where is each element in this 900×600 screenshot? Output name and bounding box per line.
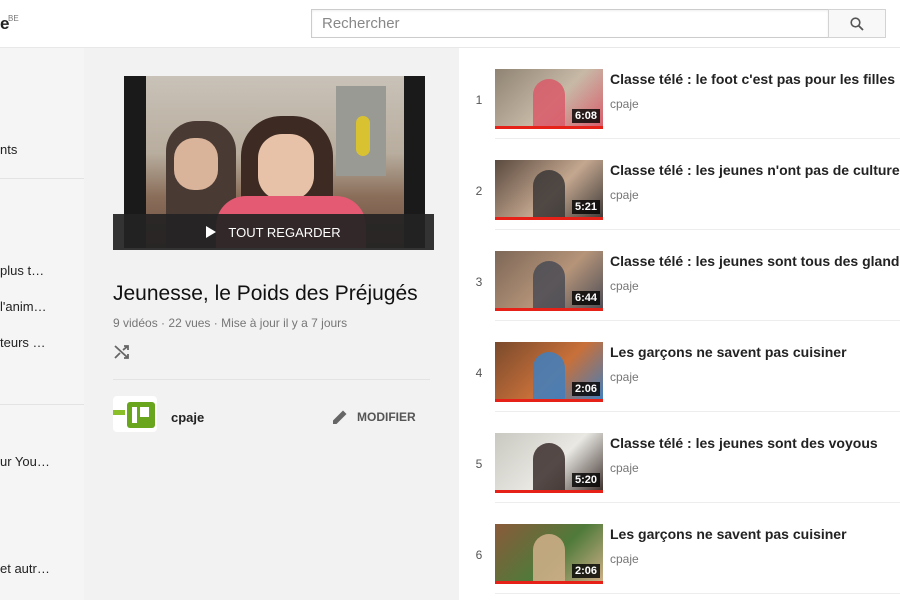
video-channel[interactable]: cpaje bbox=[610, 279, 639, 293]
video-duration: 5:20 bbox=[571, 473, 600, 487]
search-input[interactable] bbox=[311, 9, 829, 38]
pencil-icon bbox=[333, 410, 347, 424]
guide-sidebar: nts plus t… l'anim… teurs … ur You… et a… bbox=[0, 48, 84, 600]
video-index: 5 bbox=[475, 457, 483, 471]
sidebar-item[interactable]: plus t… bbox=[0, 263, 44, 278]
video-title[interactable]: Les garçons ne savent pas cuisiner bbox=[610, 344, 900, 360]
video-channel[interactable]: cpaje bbox=[610, 188, 639, 202]
play-all-button[interactable]: TOUT REGARDER bbox=[113, 214, 434, 250]
playlist-header: TOUT REGARDER Jeunesse, le Poids des Pré… bbox=[84, 48, 459, 600]
thumbnail-figure bbox=[533, 352, 565, 402]
edit-label: MODIFIER bbox=[357, 410, 416, 424]
video-index: 3 bbox=[475, 275, 483, 289]
playlist-title: Jeunesse, le Poids des Préjugés bbox=[113, 282, 418, 305]
edit-button[interactable]: MODIFIER bbox=[331, 408, 416, 426]
video-index: 4 bbox=[475, 366, 483, 380]
thumbnail-figure bbox=[533, 443, 565, 493]
video-title[interactable]: Classe télé : les jeunes sont tous des g… bbox=[610, 253, 900, 269]
video-thumbnail[interactable]: 2:06 bbox=[495, 524, 603, 584]
separator-dot: · bbox=[213, 316, 222, 330]
playlist-video-row[interactable]: 6 2:06 Les garçons ne savent pas cuisiner c… bbox=[459, 503, 900, 594]
watched-progress-bar bbox=[495, 217, 603, 220]
region-code: BE bbox=[8, 14, 19, 23]
video-duration: 5:21 bbox=[571, 200, 600, 214]
watched-progress-bar bbox=[495, 399, 603, 402]
video-thumbnail[interactable]: 5:21 bbox=[495, 160, 603, 220]
sidebar-item[interactable]: nts bbox=[0, 142, 17, 157]
divider bbox=[113, 379, 430, 380]
channel-avatar[interactable] bbox=[113, 396, 157, 432]
channel-name[interactable]: cpaje bbox=[171, 410, 204, 425]
video-count: 9 vidéos bbox=[113, 316, 158, 330]
video-duration: 6:08 bbox=[571, 109, 600, 123]
view-count: 22 vues bbox=[168, 316, 211, 330]
video-title[interactable]: Classe télé : les jeunes sont des voyous bbox=[610, 435, 900, 451]
row-divider bbox=[495, 593, 900, 594]
cpaje-logo-icon bbox=[113, 402, 155, 428]
watched-progress-bar bbox=[495, 490, 603, 493]
video-channel[interactable]: cpaje bbox=[610, 97, 639, 111]
video-thumbnail[interactable]: 6:08 bbox=[495, 69, 603, 129]
last-updated: Mise à jour il y a 7 jours bbox=[221, 316, 348, 330]
search-icon bbox=[850, 16, 864, 31]
playlist-video-row[interactable]: 1 6:08 Classe télé : le foot c'est pas pou… bbox=[459, 48, 900, 139]
play-icon bbox=[206, 226, 217, 238]
watched-progress-bar bbox=[495, 581, 603, 584]
watched-progress-bar bbox=[495, 126, 603, 129]
sidebar-item[interactable]: l'anim… bbox=[0, 299, 47, 314]
watched-progress-bar bbox=[495, 308, 603, 311]
playlist-video-row[interactable]: 4 2:06 Les garçons ne savent pas cuisiner c… bbox=[459, 321, 900, 412]
video-thumbnail[interactable]: 5:20 bbox=[495, 433, 603, 493]
video-index: 2 bbox=[475, 184, 483, 198]
video-channel[interactable]: cpaje bbox=[610, 552, 639, 566]
playlist-video-list: 1 6:08 Classe télé : le foot c'est pas pou… bbox=[459, 48, 900, 600]
playlist-stats: 9 vidéos · 22 vues · Mise à jour il y a … bbox=[113, 316, 347, 330]
sidebar-divider bbox=[0, 178, 84, 179]
video-duration: 2:06 bbox=[571, 382, 600, 396]
playlist-video-row[interactable]: 5 5:20 Classe télé : les jeunes sont des v… bbox=[459, 412, 900, 503]
thumbnail-figure bbox=[533, 79, 565, 129]
thumbnail-figure bbox=[533, 261, 565, 311]
search-button[interactable] bbox=[828, 9, 886, 38]
top-bar: e BE bbox=[0, 0, 900, 48]
video-index: 1 bbox=[475, 93, 483, 107]
video-channel[interactable]: cpaje bbox=[610, 461, 639, 475]
video-thumbnail[interactable]: 2:06 bbox=[495, 342, 603, 402]
video-duration: 6:44 bbox=[571, 291, 600, 305]
playlist-video-row[interactable]: 2 5:21 Classe télé : les jeunes n'ont pas … bbox=[459, 139, 900, 230]
video-index: 6 bbox=[475, 548, 483, 562]
shuffle-button[interactable] bbox=[113, 344, 135, 362]
sidebar-item[interactable]: teurs … bbox=[0, 335, 46, 350]
playlist-video-row[interactable]: 3 6:44 Classe télé : les jeunes sont tous … bbox=[459, 230, 900, 321]
shuffle-icon bbox=[114, 345, 129, 359]
sidebar-item[interactable]: et autr… bbox=[0, 561, 50, 576]
video-thumbnail[interactable]: 6:44 bbox=[495, 251, 603, 311]
video-title[interactable]: Classe télé : le foot c'est pas pour les… bbox=[610, 71, 900, 87]
play-all-label: TOUT REGARDER bbox=[228, 224, 341, 240]
thumbnail-figure bbox=[533, 170, 565, 220]
video-duration: 2:06 bbox=[571, 564, 600, 578]
video-title[interactable]: Classe télé : les jeunes n'ont pas de cu… bbox=[610, 162, 900, 178]
sidebar-item[interactable]: ur You… bbox=[0, 454, 50, 469]
sidebar-divider bbox=[0, 404, 84, 405]
thumbnail-figure bbox=[533, 534, 565, 584]
video-title[interactable]: Les garçons ne savent pas cuisiner bbox=[610, 526, 900, 542]
video-channel[interactable]: cpaje bbox=[610, 370, 639, 384]
